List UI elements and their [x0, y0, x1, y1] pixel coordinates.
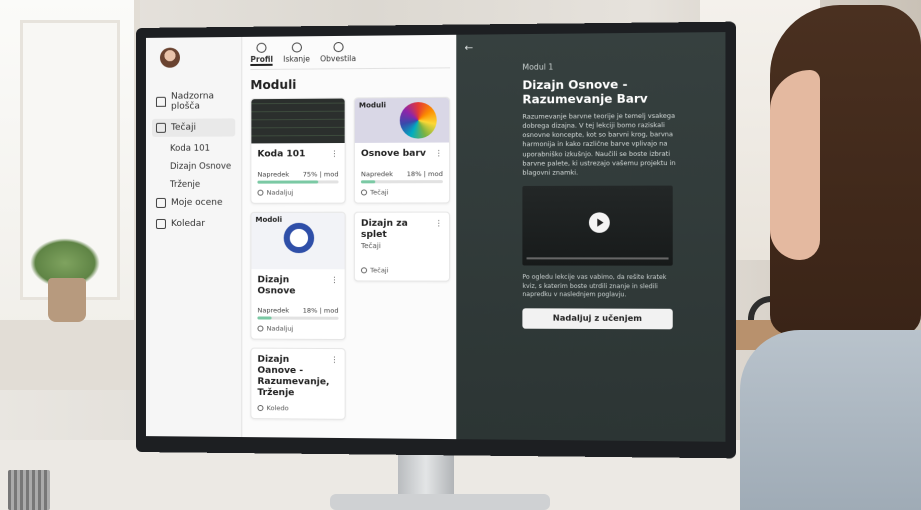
sidebar-subitem-marketing[interactable]: Trženje [152, 176, 235, 194]
card-title: Osnove barv [360, 148, 426, 160]
sidebar-item-grades[interactable]: Moje ocene [152, 194, 235, 212]
courses-icon [155, 122, 166, 133]
video-progress-bar[interactable] [526, 257, 669, 260]
sidebar-item-courses[interactable]: Tečaji [151, 118, 236, 137]
monitor-stand-base [330, 494, 550, 510]
tab-label: Obvestila [320, 53, 357, 64]
home-icon [155, 96, 166, 107]
tab-search[interactable]: Iskanje [283, 42, 310, 65]
monitor: Nadzorna plošča Tečaji Koda 101 Dizajn O… [136, 21, 737, 459]
more-icon[interactable]: ⋮ [330, 149, 338, 158]
person-shirt [740, 330, 921, 510]
module-grid: Koda 101 ⋮ Napredek 75% | mod Nadaljuj M… [250, 96, 451, 421]
card-subtitle: Tečaji [360, 242, 381, 251]
avatar[interactable] [159, 47, 180, 68]
card-footer-link[interactable]: Tečaji [370, 188, 388, 196]
thumb-label: Modoli [255, 215, 283, 224]
tab-label: Iskanje [283, 54, 310, 64]
sidebar-subitem-code[interactable]: Koda 101 [152, 140, 235, 158]
color-wheel-thumbnail: Moduli [354, 97, 450, 143]
page-title: Moduli [250, 77, 297, 93]
module-card-design[interactable]: Modoli Dizajn Osnove ⋮ Napredek 18% | mo… [250, 211, 346, 341]
sidebar-item-calendar[interactable]: Koledar [152, 215, 235, 233]
module-card-marketing[interactable]: Dizajn Oanove - Razumevanje, Trženje ⋮ K… [250, 348, 346, 420]
user-icon [256, 42, 267, 53]
courses-icon [360, 189, 368, 196]
progress-label: Napredek [257, 306, 290, 315]
lesson-note: Po ogledu lekcije vas vabimo, da rešite … [522, 273, 667, 299]
card-title: Koda 101 [257, 149, 306, 160]
more-icon[interactable]: ⋮ [330, 356, 338, 365]
calendar-icon [155, 218, 166, 229]
lesson-kicker: Modul 1 [522, 62, 554, 72]
sidebar-item-label: Moje ocene [170, 197, 223, 208]
ring-icon [283, 222, 315, 253]
grades-icon [155, 197, 166, 208]
continue-icon [257, 189, 264, 196]
module-card-web[interactable]: Dizajn za splet ⋮ Tečaji Tečaji [353, 211, 451, 283]
sidebar-subitem-design[interactable]: Dizajn Osnove [152, 158, 235, 176]
card-footer-link[interactable]: Nadaljuj [267, 188, 294, 196]
continue-learning-button[interactable]: Nadaljuj z učenjem [522, 308, 673, 330]
learning-app: Nadzorna plošča Tečaji Koda 101 Dizajn O… [145, 34, 457, 440]
progress-label: Napredek [360, 169, 394, 179]
pen-cup [8, 470, 50, 510]
tab-label: Profil [250, 54, 274, 65]
sidebar: Nadzorna plošča Tečaji Koda 101 Dizajn O… [145, 36, 243, 438]
screen: Nadzorna plošča Tečaji Koda 101 Dizajn O… [145, 32, 726, 442]
video-player[interactable] [522, 185, 673, 266]
windowsill [0, 320, 140, 390]
module-card-code[interactable]: Koda 101 ⋮ Napredek 75% | mod Nadaljuj [250, 97, 346, 204]
person-face [770, 70, 820, 260]
lesson-description: Razumevanje barvne teorije je temelj vsa… [522, 112, 676, 177]
progress-label: Napredek [257, 170, 290, 179]
more-icon[interactable]: ⋮ [435, 218, 443, 227]
plant-pot [48, 278, 86, 322]
ring-thumbnail: Modoli [251, 212, 345, 270]
bell-icon [332, 41, 344, 53]
sidebar-item-label: Koledar [170, 218, 206, 229]
thumb-label: Moduli [358, 101, 387, 110]
card-title: Dizajn za splet [360, 218, 408, 240]
calendar-icon [257, 404, 264, 411]
card-title: Dizajn Osnove [257, 275, 296, 297]
card-footer-link[interactable]: Nadaljuj [267, 325, 294, 333]
module-card-color[interactable]: Moduli Osnove barv ⋮ Napredek 18% | mod [353, 96, 451, 204]
sidebar-item-label: Tečaji [170, 122, 197, 133]
search-icon [291, 42, 302, 53]
tab-profile[interactable]: Profil [250, 42, 274, 67]
card-title: Dizajn Oanove - Razumevanje, Trženje [257, 355, 330, 399]
more-icon[interactable]: ⋮ [330, 275, 338, 284]
card-footer-link[interactable]: Tečaji [370, 267, 388, 275]
continue-icon [257, 325, 264, 332]
lesson-title: Dizajn Osnove - Razumevanje Barv [522, 77, 648, 107]
card-footer-link[interactable]: Koledo [267, 404, 289, 412]
play-icon[interactable] [588, 212, 610, 233]
code-thumbnail [251, 98, 345, 144]
color-wheel-icon [399, 101, 437, 139]
progress-value: 75% | mod [302, 170, 339, 179]
more-icon[interactable]: ⋮ [435, 149, 443, 158]
top-tabs: Profil Iskanje Obvestila [250, 40, 451, 71]
main-content: Profil Iskanje Obvestila Moduli Koda 101… [242, 35, 456, 439]
progress-value: 18% | mod [302, 306, 339, 316]
back-arrow-icon[interactable]: ← [465, 43, 474, 54]
sidebar-item-label: Nadzorna plošča [170, 91, 215, 112]
progress-value: 18% | mod [406, 169, 443, 178]
tab-notifications[interactable]: Obvestila [320, 41, 357, 66]
lesson-panel: ← Modul 1 Dizajn Osnove - Razumevanje Ba… [456, 32, 726, 442]
courses-icon [360, 267, 368, 274]
sidebar-item-dashboard[interactable]: Nadzorna plošča [152, 87, 235, 116]
